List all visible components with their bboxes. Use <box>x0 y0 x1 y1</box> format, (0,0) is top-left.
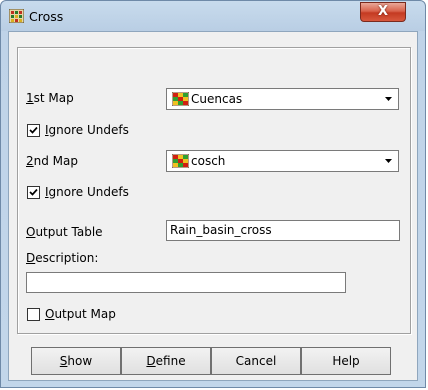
raster-map-icon <box>172 154 189 168</box>
second-map-combo[interactable]: cosch <box>166 150 399 172</box>
output-table-input[interactable]: Rain_basin_cross <box>166 220 400 241</box>
description-label: Description: <box>26 251 99 265</box>
second-map-value: cosch <box>191 154 226 168</box>
help-button[interactable]: Help <box>301 347 391 375</box>
cancel-button[interactable]: Cancel <box>211 347 301 375</box>
ignore-undefs-checkbox-1[interactable] <box>27 124 40 137</box>
checkmark-icon <box>29 126 38 134</box>
output-map-label[interactable]: Output Map <box>45 307 116 321</box>
output-table-value: Rain_basin_cross <box>170 223 272 237</box>
window-title: Cross <box>29 9 64 24</box>
checkmark-icon <box>29 188 38 196</box>
define-button[interactable]: Define <box>121 347 211 375</box>
first-map-value: Cuencas <box>191 92 243 106</box>
output-table-label: Output Table <box>26 225 103 239</box>
dialog-client-area: 1st Map Cuencas Ignore Undefs 2nd Map co… <box>8 31 418 381</box>
ignore-undefs-label-1[interactable]: Ignore Undefs <box>45 123 129 137</box>
ignore-undefs-label-2[interactable]: Ignore Undefs <box>45 185 129 199</box>
close-button[interactable]: X <box>360 2 406 22</box>
raster-map-icon <box>172 92 189 106</box>
second-map-label: 2nd Map <box>26 154 79 168</box>
title-bar[interactable]: Cross X <box>1 1 425 31</box>
show-button[interactable]: Show <box>31 347 121 375</box>
first-map-combo[interactable]: Cuencas <box>166 88 399 110</box>
ignore-undefs-checkbox-2[interactable] <box>27 186 40 199</box>
cross-app-icon <box>9 9 24 23</box>
chevron-down-icon[interactable] <box>380 90 397 108</box>
first-map-label: 1st Map <box>26 91 74 105</box>
chevron-down-icon[interactable] <box>380 152 397 170</box>
output-map-checkbox[interactable] <box>27 308 40 321</box>
close-icon: X <box>377 4 389 19</box>
description-input[interactable] <box>26 272 346 293</box>
cross-dialog: Cross X 1st Map Cuencas Ignore Undefs 2n… <box>0 0 426 388</box>
